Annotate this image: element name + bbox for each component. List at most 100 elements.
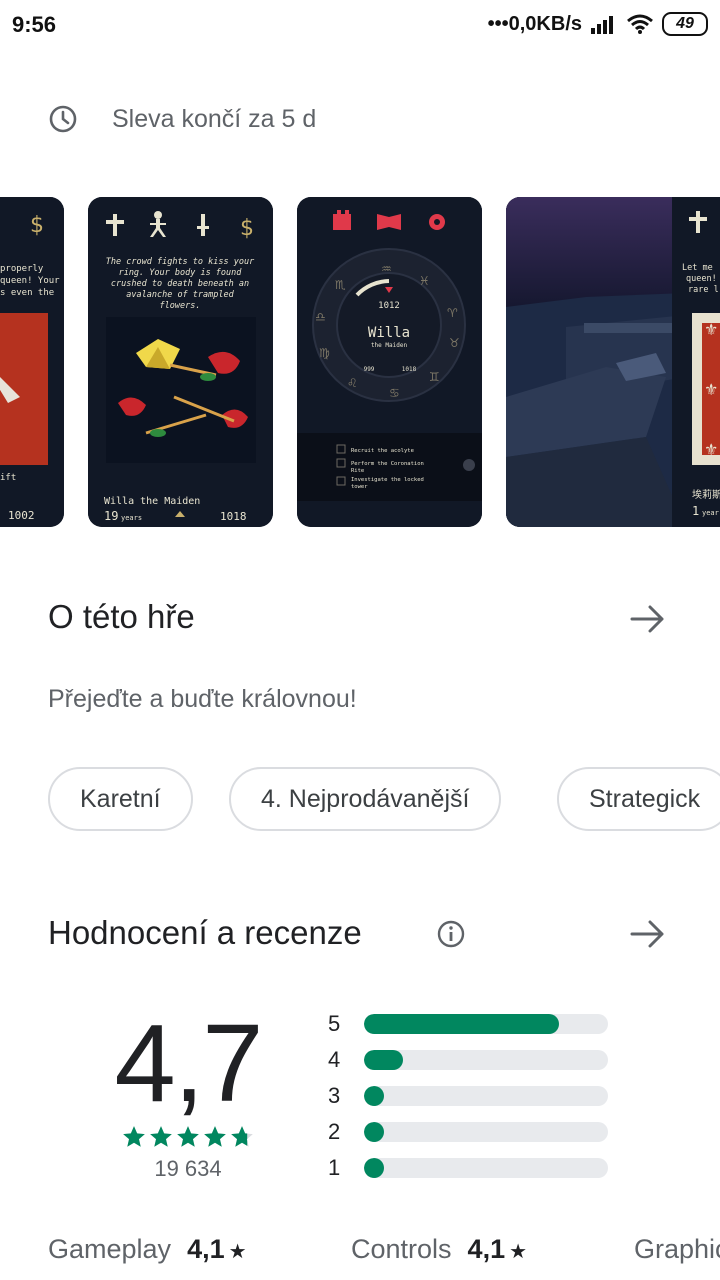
rating-bar-track (364, 1086, 608, 1106)
rating-bar-fill (364, 1158, 384, 1178)
rating-bar-label: 4 (328, 1047, 341, 1072)
sub-rating-gameplay: Gameplay 4,1 ★ (48, 1234, 247, 1265)
svg-text:⚜: ⚜ (704, 380, 718, 399)
ratings-arrow-icon[interactable] (628, 914, 668, 954)
screenshot-carousel[interactable]: $ properly queen! Your s even the ift 10… (0, 197, 720, 527)
star-icon: ★ (228, 1241, 247, 1263)
sale-text: Sleva končí za 5 d (112, 104, 317, 133)
shot3-year: 1012 (378, 301, 400, 311)
review-count: 19 634 (154, 1156, 222, 1181)
svg-text:♉: ♉ (449, 336, 460, 350)
rating-bar-fill (364, 1014, 560, 1034)
rating-bar-label: 2 (328, 1119, 341, 1144)
svg-text:♌: ♌ (347, 376, 358, 390)
rating-bar-row: 1 (328, 1150, 618, 1186)
status-bar: 9:56 •••0,0KB/s 49 (0, 0, 720, 52)
shot3-task: Rite (351, 468, 364, 474)
svg-text:♒: ♒ (381, 262, 392, 276)
svg-text:♍: ♍ (319, 346, 330, 360)
rating-bar-row: 4 (328, 1042, 618, 1078)
shot3-subtitle: the Maiden (371, 342, 408, 349)
shot2-story-line: avalanche of trampled (126, 290, 234, 300)
screenshot-4[interactable]: Let me queen! rare l ⚜ ⚜ ⚜ 埃莉斯 1 year (506, 197, 720, 527)
star-icon (177, 1126, 199, 1147)
battery-icon: 49 (662, 12, 708, 36)
star-icon (123, 1126, 145, 1147)
rating-bar-label: 1 (328, 1155, 341, 1180)
chip-category[interactable]: Karetní (48, 767, 193, 831)
svg-text:♈: ♈ (447, 306, 458, 320)
rating-bar-label: 5 (328, 1011, 341, 1036)
shot1-caption-b: queen! Your (0, 276, 60, 286)
category-chips: Karetní 4. Nejprodávanější Strategick (48, 767, 720, 831)
star-icon (204, 1126, 226, 1147)
svg-text:♎: ♎ (315, 310, 326, 324)
shot3-right-num: 1018 (402, 366, 417, 373)
info-icon[interactable] (436, 919, 466, 949)
ratings-title: Hodnocení a recenze (48, 914, 362, 951)
clock-icon (49, 105, 77, 133)
shot4-footer-name: 埃莉斯 (692, 488, 720, 501)
shot3-name: Willa (368, 325, 410, 341)
network-speed: •••0,0KB/s (487, 12, 582, 35)
shot1-footer-year: 1002 (8, 509, 35, 522)
svg-text:♓: ♓ (419, 274, 430, 288)
svg-text:♋: ♋ (389, 386, 400, 400)
star-icon (231, 1126, 253, 1147)
wifi-icon (627, 14, 653, 34)
shot4-caption-a: Let me (682, 263, 713, 273)
shot3-task: tower (351, 484, 368, 490)
chip-strategy[interactable]: Strategick (557, 767, 720, 831)
sub-rating-label: Controls (351, 1234, 452, 1264)
shot2-years-num: 19 (104, 509, 118, 523)
sub-rating-controls: Controls 4,1 ★ (351, 1234, 527, 1265)
status-time: 9:56 (12, 12, 57, 37)
svg-text:⚜: ⚜ (704, 440, 718, 459)
rating-bar-fill (364, 1086, 384, 1106)
chip-top-selling[interactable]: 4. Nejprodávanější (229, 767, 502, 831)
screenshot-1[interactable]: $ properly queen! Your s even the ift 10… (0, 197, 64, 527)
rating-bar-label: 3 (328, 1083, 341, 1108)
shot2-story-line: flowers. (160, 301, 201, 311)
sub-rating-value: 4,1 (467, 1234, 506, 1264)
rating-bar-fill (364, 1122, 384, 1142)
shot4-caption-b: queen! (686, 274, 717, 284)
shot1-caption-a: properly (0, 264, 44, 274)
sub-rating-graphics: Graphic (634, 1234, 720, 1265)
shot3-task: Investigate the locked (351, 477, 424, 483)
rating-bar-track (364, 1014, 608, 1034)
rating-bar-track (364, 1122, 608, 1142)
svg-text:$: $ (240, 216, 254, 241)
rating-bar-row: 2 (328, 1114, 618, 1150)
svg-text:$: $ (30, 213, 44, 238)
sub-rating-value: 4,1 (187, 1234, 225, 1264)
status-indicators: •••0,0KB/s 49 (488, 12, 708, 36)
about-description: Přejeďte a buďte královnou! (48, 685, 357, 713)
shot2-year: 1018 (220, 510, 247, 523)
screenshot-2[interactable]: $ The crowd fights to kiss your ring. Yo… (88, 197, 273, 527)
rating-bar-fill (364, 1050, 404, 1070)
rating-distribution: 5 4 3 2 1 (328, 1006, 618, 1186)
svg-text:⚜: ⚜ (704, 320, 718, 339)
shot3-task: Recruit the acolyte (351, 448, 414, 454)
about-title: O této hře (48, 598, 195, 635)
rating-stars (48, 1124, 328, 1150)
shot2-story-line: ring. Your body is found (119, 268, 243, 278)
screenshot-3[interactable]: 1012 Willa the Maiden 999 1018 ♒ ♓ ♈ ♉ ♊ ♋ ♌… (297, 197, 482, 527)
sub-rating-label: Gameplay (48, 1234, 172, 1264)
shot4-footer-word: year (702, 509, 719, 517)
signal-icon (591, 16, 613, 34)
rating-bar-row: 3 (328, 1078, 618, 1114)
shot2-story-line: The crowd fights to kiss your (106, 257, 255, 267)
sale-banner: Sleva končí za 5 d (48, 104, 316, 134)
rating-score: 4,7 (114, 1002, 264, 1125)
star-icon: ★ (509, 1241, 528, 1263)
svg-text:♊: ♊ (429, 370, 440, 384)
shot4-footer-year: 1 (692, 504, 699, 518)
sub-ratings: Gameplay 4,1 ★ Controls 4,1 ★ Graphic (48, 1234, 720, 1280)
shot2-name: Willa the Maiden (104, 496, 200, 507)
rating-bar-track (364, 1050, 608, 1070)
shot1-footer-a: ift (0, 473, 16, 483)
svg-text:♏: ♏ (335, 278, 346, 292)
about-arrow-icon[interactable] (628, 599, 668, 639)
